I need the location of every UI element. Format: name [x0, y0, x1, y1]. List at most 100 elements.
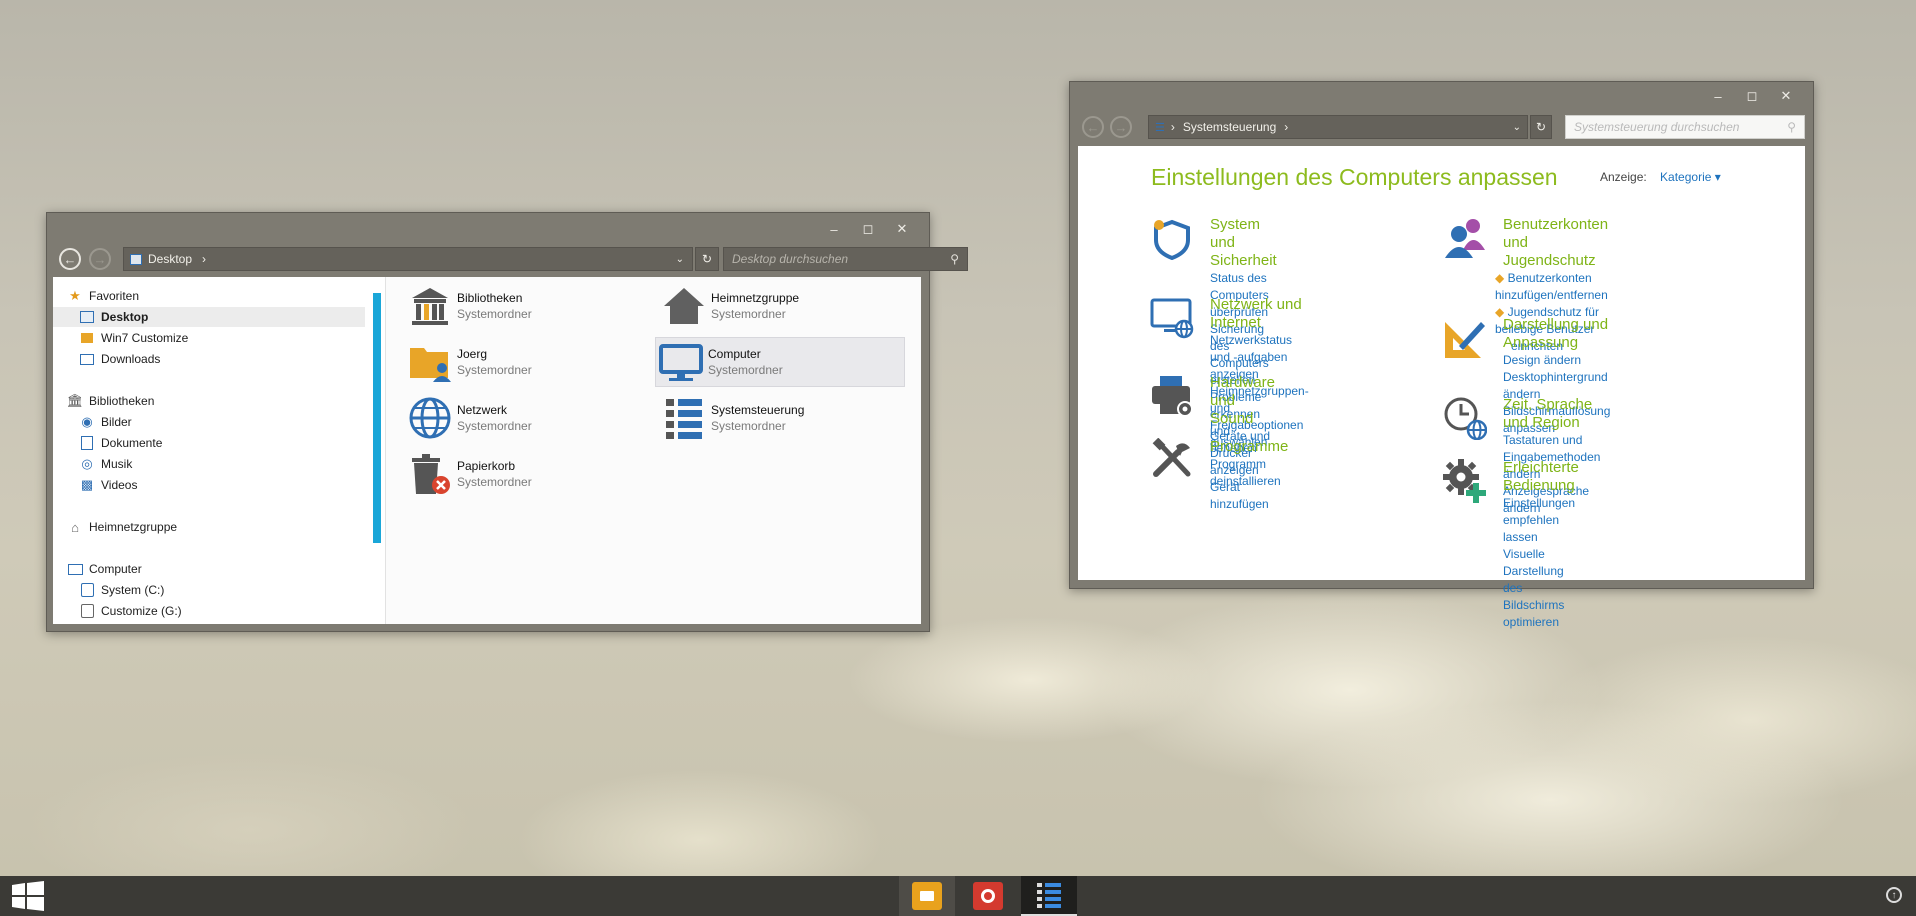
nav-pictures-label: Bilder — [101, 415, 132, 429]
category-title-line2[interactable]: Jugendschutz — [1503, 252, 1608, 270]
close-button[interactable]: ✕ — [885, 219, 919, 239]
item-control-panel[interactable]: Systemsteuerung Systemordner — [659, 393, 909, 443]
search-placeholder: Desktop durchsuchen — [732, 252, 849, 266]
nav-computer[interactable]: Computer — [67, 559, 142, 579]
close-button[interactable]: ✕ — [1769, 86, 1803, 106]
category-title[interactable]: Benutzerkonten und — [1503, 216, 1608, 252]
nav-downloads-label: Downloads — [101, 352, 161, 366]
nav-pictures[interactable]: ◉ Bilder — [79, 412, 132, 432]
nav-videos-label: Videos — [101, 478, 138, 492]
address-chevron-icon: › — [202, 252, 207, 266]
camera-icon: ◉ — [81, 414, 93, 429]
nav-favorites[interactable]: ★ Favoriten — [67, 286, 139, 306]
nav-documents[interactable]: Dokumente — [79, 433, 162, 453]
view-dropdown[interactable]: Kategorie ▾ — [1660, 170, 1721, 184]
category-title[interactable]: Netzwerk und Internet — [1210, 296, 1309, 332]
nav-desktop[interactable]: Desktop — [53, 307, 365, 327]
taskbar-chrome[interactable] — [960, 876, 1016, 916]
minimize-button[interactable]: – — [817, 219, 851, 239]
desktop-icon — [79, 309, 95, 325]
nav-downloads[interactable]: Downloads — [79, 349, 160, 369]
search-icon[interactable]: ⚲ — [1787, 120, 1796, 134]
shield-small-icon: ◆ — [1495, 271, 1505, 285]
cp-refresh-button[interactable]: ↻ — [1530, 115, 1552, 139]
search-placeholder: Systemsteuerung durchsuchen — [1574, 120, 1740, 134]
nav-documents-label: Dokumente — [101, 436, 163, 450]
explorer-search-box[interactable]: Desktop durchsuchen ⚲ — [723, 247, 968, 271]
chrome-icon — [973, 882, 1003, 910]
drive-icon — [79, 603, 95, 619]
item-type: Systemordner — [711, 307, 786, 321]
address-dropdown-icon[interactable]: ⌄ — [676, 254, 684, 265]
view-selector: Anzeige: Kategorie ▾ — [1600, 170, 1721, 184]
cp-search-box[interactable]: Systemsteuerung durchsuchen ⚲ — [1565, 115, 1805, 139]
back-button[interactable]: ← — [59, 248, 81, 270]
nav-win7-customize[interactable]: Win7 Customize — [79, 328, 188, 348]
nav-drive-g[interactable]: Customize (G:) — [79, 601, 182, 621]
navigation-pane: ★ Favoriten Desktop Win7 Customize Downl… — [53, 277, 386, 624]
cp-address-bar[interactable]: ☰ › Systemsteuerung › ⌄ — [1148, 115, 1528, 139]
page-title: Einstellungen des Computers anpassen — [1151, 164, 1558, 190]
nav-favorites-label: Favoriten — [89, 289, 140, 303]
network-icon — [1150, 296, 1194, 340]
category-title[interactable]: Darstellung und Anpassung — [1503, 316, 1610, 352]
item-joerg[interactable]: Joerg Systemordner — [405, 337, 655, 387]
maximize-button[interactable]: ◻ — [851, 219, 885, 239]
category-title[interactable]: Erleichterte Bedienung — [1503, 459, 1579, 495]
home-icon — [659, 283, 709, 329]
nav-music[interactable]: ◎ Musik — [79, 454, 132, 474]
tools-icon — [1150, 437, 1194, 482]
category-title[interactable]: Zeit, Sprache und Region — [1503, 396, 1600, 432]
item-recycle-bin[interactable]: Papierkorb Systemordner — [405, 449, 655, 499]
category-title[interactable]: Hardware und Sound — [1210, 374, 1275, 428]
appearance-icon — [1443, 316, 1487, 360]
nav-videos[interactable]: ▩ Videos — [79, 475, 138, 495]
library-icon: 🏛 — [66, 393, 84, 408]
nav-libraries[interactable]: 🏛 Bibliotheken — [66, 391, 155, 411]
explorer-address-bar[interactable]: Desktop › ⌄ — [123, 247, 693, 271]
item-name: Joerg — [457, 347, 488, 361]
category-link[interactable]: optimieren — [1503, 614, 1579, 631]
item-libraries[interactable]: Bibliotheken Systemordner — [405, 281, 655, 331]
windows-logo-icon — [12, 881, 44, 911]
folder-icon — [79, 330, 95, 346]
address-chevron-icon: › — [1284, 120, 1289, 134]
category-link[interactable]: Design ändern — [1503, 352, 1610, 369]
nav-drive-c[interactable]: System (C:) — [79, 580, 164, 600]
item-network[interactable]: Netzwerk Systemordner — [405, 393, 655, 443]
notification-icon[interactable]: ↑ — [1886, 887, 1902, 903]
category-link[interactable]: Einstellungen empfehlen lassen — [1503, 495, 1579, 546]
control-panel-window: – ◻ ✕ ← → ☰ › Systemsteuerung › ⌄ ↻ Syst… — [1069, 81, 1814, 629]
category-title[interactable]: Programme — [1210, 438, 1288, 456]
item-name: Heimnetzgruppe — [711, 291, 800, 305]
category-title[interactable]: System und Sicherheit — [1210, 216, 1277, 270]
category-link[interactable]: Visuelle Darstellung des Bildschirms — [1503, 546, 1579, 614]
minimize-button[interactable]: – — [1701, 86, 1735, 106]
item-type: Systemordner — [457, 475, 532, 489]
category-link[interactable]: ◆ Benutzerkonten hinzufügen/entfernen — [1495, 270, 1608, 304]
forward-button[interactable]: → — [89, 248, 111, 270]
nav-homegroup[interactable]: ⌂ Heimnetzgruppe — [67, 517, 177, 537]
control-panel-icon — [1037, 883, 1061, 908]
back-button[interactable]: ← — [1082, 116, 1104, 138]
address-dropdown-icon[interactable]: ⌄ — [1513, 122, 1521, 133]
category-link[interactable]: Programm deinstallieren — [1210, 456, 1288, 490]
maximize-button[interactable]: ◻ — [1735, 86, 1769, 106]
forward-button[interactable]: → — [1110, 116, 1132, 138]
nav-computer-label: Computer — [89, 562, 142, 576]
explorer-refresh-button[interactable]: ↻ — [695, 247, 719, 271]
nav-music-label: Musik — [101, 457, 133, 471]
folder-icon — [912, 882, 942, 910]
nav-scroll-accent[interactable] — [373, 293, 381, 543]
home-icon: ⌂ — [71, 519, 79, 535]
start-button[interactable] — [0, 876, 56, 916]
search-icon[interactable]: ⚲ — [950, 252, 959, 266]
item-type: Systemordner — [457, 363, 532, 377]
item-computer[interactable]: Computer Systemordner — [655, 337, 905, 387]
computer-icon — [656, 339, 706, 385]
cp-nav-buttons: ← → — [1082, 116, 1132, 138]
taskbar-control-panel[interactable] — [1021, 876, 1077, 916]
taskbar-explorer[interactable] — [899, 876, 955, 916]
item-homegroup[interactable]: Heimnetzgruppe Systemordner — [659, 281, 909, 331]
nav-libraries-label: Bibliotheken — [89, 394, 155, 408]
